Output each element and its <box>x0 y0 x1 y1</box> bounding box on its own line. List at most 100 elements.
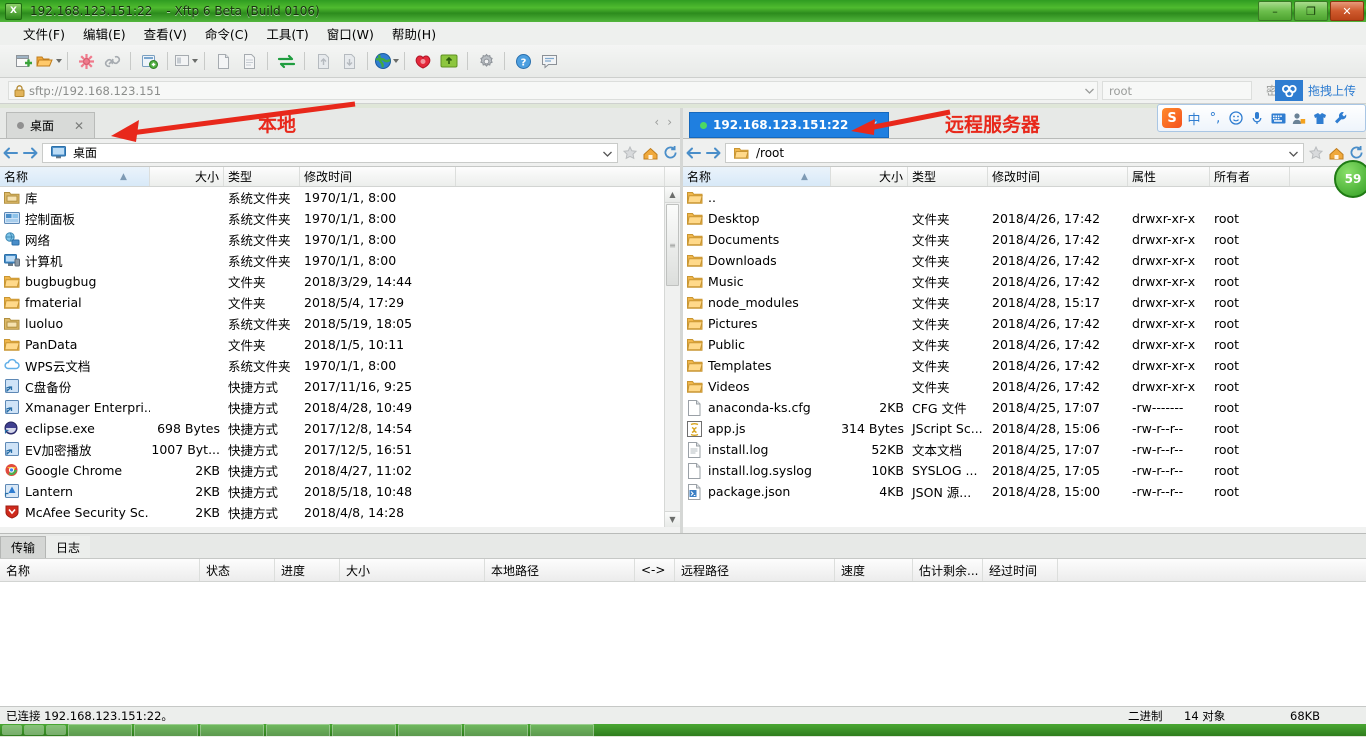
sftp-url-field[interactable]: sftp://192.168.123.151 <box>8 81 1098 100</box>
new-file-transfer-icon[interactable] <box>136 49 162 74</box>
tab-prev-icon[interactable]: ‹ <box>654 115 659 129</box>
column-header-blank[interactable] <box>456 167 665 186</box>
home-folder-icon[interactable] <box>640 143 660 163</box>
transfer-column-header-进度[interactable]: 进度 <box>275 559 340 581</box>
settings-gear-icon[interactable] <box>473 49 499 74</box>
table-row[interactable]: 库 系统文件夹 1970/1/1, 8:00 <box>0 187 680 208</box>
favorite-star-icon[interactable] <box>1306 143 1326 163</box>
table-row[interactable]: Desktop 文件夹 2018/4/26, 17:42 drwxr-xr-x root <box>683 208 1366 229</box>
table-row[interactable]: eclipse.exe 698 Bytes 快捷方式 2017/12/8, 14:54 <box>0 418 680 439</box>
ime-emoji-icon[interactable] <box>1227 109 1245 127</box>
xshell-icon[interactable] <box>410 49 436 74</box>
feedback-icon[interactable] <box>536 49 562 74</box>
table-row[interactable]: Pictures 文件夹 2018/4/26, 17:42 drwxr-xr-x roo… <box>683 313 1366 334</box>
home-folder-icon[interactable] <box>1326 143 1346 163</box>
refresh-icon[interactable] <box>660 143 680 163</box>
menu-tools[interactable]: 工具(T) <box>257 21 317 46</box>
transfer-column-header-本地路径[interactable]: 本地路径 <box>485 559 635 581</box>
menu-window[interactable]: 窗口(W) <box>318 21 383 46</box>
remote-back-button[interactable] <box>683 143 703 163</box>
local-back-button[interactable] <box>0 143 20 163</box>
remote-path-input[interactable]: /root <box>725 142 1304 163</box>
table-row[interactable]: 计算机 系统文件夹 1970/1/1, 8:00 <box>0 250 680 271</box>
ime-chinese-mode-icon[interactable]: 中 <box>1185 109 1203 128</box>
ime-keyboard-icon[interactable] <box>1269 109 1287 127</box>
taskbar-item[interactable] <box>464 723 528 737</box>
local-vscrollbar[interactable]: ▲ ≡ ▼ <box>664 187 680 527</box>
maximize-button[interactable]: ❐ <box>1294 1 1328 21</box>
table-row[interactable]: Lantern 2KB 快捷方式 2018/5/18, 10:48 <box>0 481 680 502</box>
sogou-logo-icon[interactable]: S <box>1162 108 1182 128</box>
column-header-修改时间[interactable]: 修改时间 <box>988 167 1128 186</box>
table-row[interactable]: fmaterial 文件夹 2018/5/4, 17:29 <box>0 292 680 313</box>
favorite-star-icon[interactable] <box>620 143 640 163</box>
tab-transfer[interactable]: 传输 <box>0 536 47 558</box>
scroll-down-button[interactable]: ▼ <box>665 511 680 527</box>
taskbar-item[interactable] <box>398 723 462 737</box>
menu-view[interactable]: 查看(V) <box>135 21 196 46</box>
chevron-down-icon[interactable] <box>56 59 62 63</box>
table-row[interactable]: WPS云文档 系统文件夹 1970/1/1, 8:00 <box>0 355 680 376</box>
disconnect-icon[interactable] <box>73 49 99 74</box>
table-row[interactable]: node_modules 文件夹 2018/4/28, 15:17 drwxr-xr-… <box>683 292 1366 313</box>
taskbar-item[interactable] <box>530 723 594 737</box>
chevron-down-icon[interactable] <box>192 59 198 63</box>
table-row[interactable]: Music 文件夹 2018/4/26, 17:42 drwxr-xr-x root <box>683 271 1366 292</box>
taskbar-item[interactable] <box>332 723 396 737</box>
column-header-大小[interactable]: 大小 <box>831 167 908 186</box>
ime-skin-icon[interactable] <box>1311 109 1329 127</box>
table-row[interactable]: 控制面板 系统文件夹 1970/1/1, 8:00 <box>0 208 680 229</box>
download-icon[interactable] <box>336 49 362 74</box>
taskbar-start-button[interactable] <box>2 725 22 735</box>
local-tab[interactable]: 桌面 ✕ <box>6 112 96 138</box>
ime-punctuation-icon[interactable]: °, <box>1206 109 1224 127</box>
column-header-类型[interactable]: 类型 <box>224 167 300 186</box>
column-header-类型[interactable]: 类型 <box>908 167 988 186</box>
table-row[interactable]: app.js 314 Bytes JScript Sc... 2018/4/28, 1… <box>683 418 1366 439</box>
table-row[interactable]: bugbugbug 文件夹 2018/3/29, 14:44 <box>0 271 680 292</box>
table-row[interactable]: McAfee Security Sc... 2KB 快捷方式 2018/4/8, 14… <box>0 502 680 523</box>
upload-icon[interactable] <box>310 49 336 74</box>
transfer-column-header-经过时间[interactable]: 经过时间 <box>983 559 1058 581</box>
taskbar-item[interactable] <box>266 723 330 737</box>
column-header-修改时间[interactable]: 修改时间 <box>300 167 456 186</box>
transfer-column-header-远程路径[interactable]: 远程路径 <box>675 559 835 581</box>
table-row[interactable]: luoluo 系统文件夹 2018/5/19, 18:05 <box>0 313 680 334</box>
transfer-column-header-估计剩余...[interactable]: 估计剩余... <box>913 559 983 581</box>
table-row[interactable]: PanData 文件夹 2018/1/5, 10:11 <box>0 334 680 355</box>
menu-help[interactable]: 帮助(H) <box>383 21 445 46</box>
column-header-属性[interactable]: 属性 <box>1128 167 1210 186</box>
table-row[interactable]: install.log.syslog 10KB SYSLOG ... 2018/4/2… <box>683 460 1366 481</box>
paste-icon[interactable] <box>236 49 262 74</box>
table-row[interactable]: install.log 52KB 文本文档 2018/4/25, 17:07 -rw-r… <box>683 439 1366 460</box>
table-row[interactable]: Documents 文件夹 2018/4/26, 17:42 drwxr-xr-x ro… <box>683 229 1366 250</box>
ime-user-icon[interactable] <box>1290 109 1308 127</box>
taskbar-item[interactable] <box>68 723 132 737</box>
local-tab-close-icon[interactable]: ✕ <box>74 119 84 133</box>
scroll-thumb[interactable]: ≡ <box>666 204 679 286</box>
local-file-list[interactable]: ▲ ≡ ▼ 库系统文件夹 1970/1/1, 8:00 控制面板 系统文件夹 1970/… <box>0 187 680 527</box>
local-forward-button[interactable] <box>20 143 40 163</box>
link-icon[interactable] <box>99 49 125 74</box>
copy-icon[interactable] <box>210 49 236 74</box>
column-header-名称[interactable]: 名称 ▲ <box>0 167 150 186</box>
close-button[interactable]: ✕ <box>1330 1 1364 21</box>
table-row[interactable]: anaconda-ks.cfg 2KB CFG 文件 2018/4/25, 17:07… <box>683 397 1366 418</box>
chevron-down-icon[interactable] <box>392 59 399 63</box>
ime-microphone-icon[interactable] <box>1248 109 1266 127</box>
table-row[interactable]: Downloads 文件夹 2018/4/26, 17:42 drwxr-xr-x ro… <box>683 250 1366 271</box>
chevron-down-icon[interactable] <box>603 146 612 160</box>
table-row[interactable]: Templates 文件夹 2018/4/26, 17:42 drwxr-xr-x ro… <box>683 355 1366 376</box>
menu-edit[interactable]: 编辑(E) <box>74 21 135 46</box>
transfer-column-header-名称[interactable]: 名称 <box>0 559 200 581</box>
tab-log[interactable]: 日志 <box>46 536 91 558</box>
column-header-所有者[interactable]: 所有者 <box>1210 167 1290 186</box>
table-row[interactable]: Videos 文件夹 2018/4/26, 17:42 drwxr-xr-x root <box>683 376 1366 397</box>
sync-browsing-icon[interactable] <box>273 49 299 74</box>
transfer-column-header-状态[interactable]: 状态 <box>200 559 275 581</box>
drag-upload-chip[interactable]: 拖拽上传 <box>1275 80 1356 101</box>
view-mode-icon[interactable] <box>173 49 199 74</box>
transfer-column-header-大小[interactable]: 大小 <box>340 559 485 581</box>
cloud-upload-icon[interactable] <box>1275 80 1303 101</box>
help-icon[interactable]: ? <box>510 49 536 74</box>
